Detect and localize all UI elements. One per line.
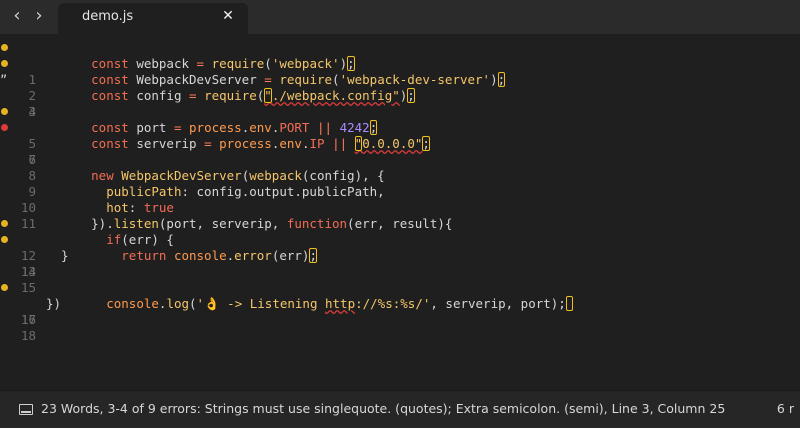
chevron-right-icon: ›: [35, 5, 43, 26]
code-line-6[interactable]: 6 const serverip = process.env.IP || "0.…: [0, 120, 800, 167]
back-button[interactable]: ‹: [8, 6, 26, 26]
code-line-7[interactable]: 7: [0, 136, 800, 167]
warning-marker-icon: [1, 108, 8, 115]
warning-marker-icon: [1, 284, 8, 291]
quote-marker-icon: ”: [0, 73, 8, 87]
code-line-15[interactable]: 15: [0, 264, 800, 295]
code-line-16[interactable]: 16 console.log('👌 -> Listening http://%s…: [0, 280, 800, 327]
line-number: 18: [20, 328, 36, 343]
status-right: 6 r: [776, 401, 794, 416]
tab-title: demo.js: [82, 9, 134, 24]
code-text: }: [46, 248, 69, 263]
code-line-8[interactable]: 8 new WebpackDevServer(webpack(config), …: [0, 152, 800, 183]
code-line-2[interactable]: 2 const WebpackDevServer = require('webp…: [0, 56, 800, 103]
code-line-9[interactable]: 9 publicPath: config.output.publicPath,: [0, 168, 800, 199]
code-line-11[interactable]: 11 }).listen(port, serverip, function(er…: [0, 200, 800, 231]
status-bar: 23 Words, 3-4 of 9 errors: Strings must …: [0, 390, 800, 428]
status-message: 23 Words, 3-4 of 9 errors: Strings must …: [41, 401, 726, 416]
warning-marker-icon: [1, 60, 8, 67]
code-line-14[interactable]: 14 }: [0, 248, 800, 279]
warning-marker-icon: [1, 44, 8, 51]
code-editor[interactable]: 1 const webpack = require('webpack'); 2 …: [0, 34, 800, 390]
close-icon[interactable]: ✕: [220, 8, 236, 24]
code-line-5[interactable]: 5 const port = process.env.PORT || 4242;: [0, 104, 800, 151]
code-line-13[interactable]: 13 return console.error(err);: [0, 232, 800, 279]
code-line-10[interactable]: 10 hot: true: [0, 184, 800, 215]
tab-demo-js[interactable]: demo.js ✕: [58, 3, 248, 34]
warning-marker-icon: [1, 220, 8, 227]
chevron-left-icon: ‹: [13, 5, 21, 26]
error-marker-icon: [1, 124, 8, 131]
code-line-17[interactable]: 17 }): [0, 296, 800, 327]
code-line-3[interactable]: ” 3 const config = require("./webpack.co…: [0, 72, 800, 119]
tab-bar: ‹ › demo.js ✕: [0, 0, 800, 35]
warning-marker-icon: [1, 236, 8, 243]
panel-toggle-icon[interactable]: [19, 404, 33, 415]
code-line-12[interactable]: 12 if(err) {: [0, 216, 800, 263]
code-line-18[interactable]: 18: [0, 312, 800, 343]
forward-button[interactable]: ›: [30, 6, 48, 26]
code-text: }): [46, 296, 62, 311]
code-line-1[interactable]: 1 const webpack = require('webpack');: [0, 40, 800, 87]
code-line-4[interactable]: 4: [0, 88, 800, 119]
